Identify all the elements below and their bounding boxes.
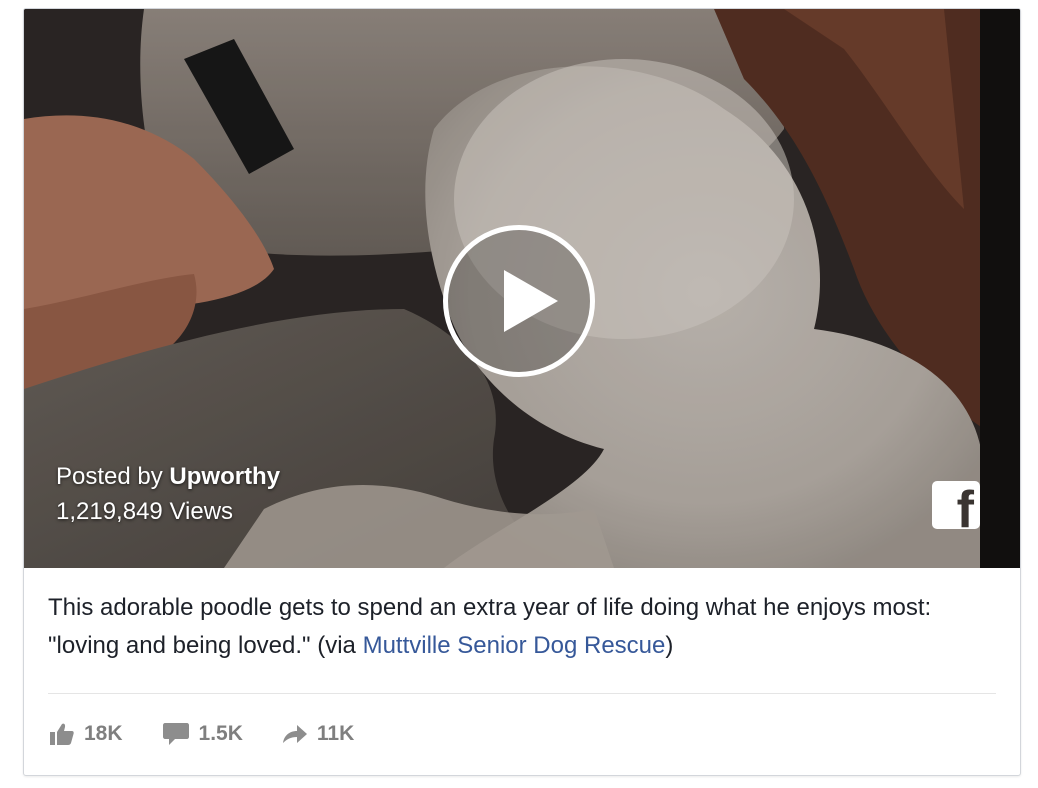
comment-bubble-icon <box>162 723 189 745</box>
posted-by-label: Posted by <box>56 463 163 490</box>
post-card: Posted by Upworthy 1,219,849 Views f Thi… <box>23 8 1021 776</box>
play-button[interactable] <box>443 225 595 377</box>
author-name[interactable]: Upworthy <box>169 463 280 490</box>
caption-link[interactable]: Muttville Senior Dog Rescue <box>363 632 666 659</box>
comments-stat[interactable]: 1.5K <box>162 722 243 746</box>
thumbs-up-icon <box>50 723 74 745</box>
likes-stat[interactable]: 18K <box>50 722 123 746</box>
posted-by: Posted by Upworthy <box>56 459 280 494</box>
engagement-stats: 18K 1.5K 11K <box>50 717 394 751</box>
divider <box>48 693 996 694</box>
shares-stat[interactable]: 11K <box>282 722 355 746</box>
view-count: 1,219,849 Views <box>56 498 234 525</box>
share-arrow-icon <box>282 725 307 743</box>
comments-count: 1.5K <box>198 722 243 745</box>
facebook-logo-icon[interactable]: f <box>932 481 980 529</box>
post-caption: This adorable poodle gets to spend an ex… <box>48 589 998 665</box>
video-player[interactable]: Posted by Upworthy 1,219,849 Views f <box>24 9 1020 568</box>
play-icon <box>504 270 558 332</box>
likes-count: 18K <box>84 722 123 745</box>
shares-count: 11K <box>316 722 355 745</box>
caption-end: ) <box>665 632 674 659</box>
video-meta: Posted by Upworthy 1,219,849 Views <box>56 459 280 529</box>
facebook-logo-glyph: f <box>956 481 974 529</box>
